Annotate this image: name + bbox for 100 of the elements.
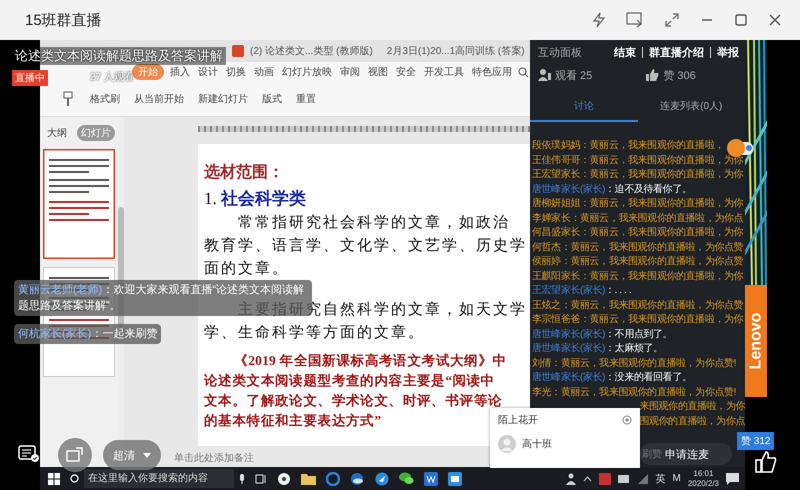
slide-quote: 的基本特征和主要表达方式” [204,412,382,430]
ribbon-button[interactable]: 格式刷 [90,92,120,106]
chat-message: ：没来的看回看了。 [605,372,692,383]
search-field[interactable]: 在这里输入你要搜索的内容 [84,469,234,488]
slide-thumbnail[interactable] [43,149,115,259]
lightning-icon[interactable] [592,12,606,28]
chat-message: ：黄丽云，我来围观你的直播啦，为你 [580,227,744,238]
menu-tab[interactable]: 动画 [252,64,276,80]
slide-text: 学、生命科学等方面的文章。 [204,323,425,343]
avatar [498,435,516,453]
maximize-icon[interactable] [734,13,748,27]
sender-name: 王麒阳家长 [532,270,580,282]
browser-icon[interactable] [326,472,340,486]
sender-name: 王炫之 [532,300,561,310]
menu-tab[interactable]: 切换 [224,64,248,80]
sender-name: 刘倩 [532,358,552,368]
ribbon-button[interactable]: 新建幻灯片 [198,92,248,106]
settings-icon[interactable] [622,415,632,425]
panel-tab[interactable]: 讨论 [530,92,638,122]
menu-tab[interactable]: 开发工具 [422,64,466,80]
menu-tab[interactable]: 特色应用 [470,64,514,80]
ribbon-button[interactable]: 从当前开始 [134,92,184,106]
cloud-icon[interactable] [350,472,365,486]
menu-tab[interactable]: 视图 [366,64,390,80]
slide-number: 1. [204,189,217,209]
slide-subheading: 社会科学类 [220,188,306,210]
menu-tab[interactable]: 设计 [196,64,220,80]
chat-message: 来围观你的直播啦，为你 [639,400,745,414]
panel-tab[interactable]: 大纲 [43,125,71,141]
sender-name: 唐柳妍姐姐 [532,198,580,209]
sender-name: 唐世峰家长(家长) [532,372,606,383]
slide-quote: 《2019 年全国新课标高考语文考试大纲》中 [233,352,507,370]
quality-dropdown[interactable]: 超清 [103,440,161,470]
search-icon[interactable] [70,474,79,483]
sender-name: 唐世峰家长(家长) [532,343,606,354]
thumbs-up-icon[interactable] [755,451,777,473]
panel-link[interactable]: 举报 [717,44,739,60]
wifi-icon [636,474,649,484]
document-icon [232,45,244,57]
popup-title: 陌上花开 [498,414,538,427]
document-tab[interactable]: 2月3日(1)20...1高同训练 (答案) [382,42,529,60]
battery-icon [618,474,630,482]
close-icon[interactable] [768,13,782,27]
like-hint: 刷赞 [642,448,662,461]
windows-start-icon[interactable] [48,472,60,484]
sender-name: 侯丽婷 [532,256,561,267]
group-name: 高十班 [522,438,552,451]
microphone-icon[interactable] [239,474,245,484]
viewers-icon [538,69,551,81]
document-tab[interactable]: (2) 论述类文...类型 (教师版) [246,42,377,60]
slide-text: 教育学、语言学、文化学、文艺学、历史学 [204,236,527,256]
sender-name: 段依璞妈妈 [532,140,580,151]
chat-message: ：黄丽云，我来围观你的直播啦，为你 [580,169,744,180]
caret-up-icon[interactable] [582,476,592,482]
panel-title: 互动面板 [538,46,582,60]
ribbon-button[interactable]: 版式 [262,92,282,106]
panel-tab[interactable]: 连麦列表(0人) [638,92,745,122]
caret-icon [143,452,151,458]
menu-tab[interactable]: 幻灯片放映 [280,64,334,80]
sender-name: 王宏望家长(家长) [532,285,606,296]
sender-name: 唐世峰家长(家长) [532,328,606,340]
sender-name: 何昌盛家长 [532,227,580,238]
menu-tab[interactable]: 插入 [168,64,192,80]
fullscreen-icon[interactable] [664,12,680,28]
input-method-indicator[interactable]: 英 [656,472,666,486]
pin-window-icon[interactable] [626,12,644,28]
panel-link[interactable]: 结束 [614,44,636,60]
chat-message: ：黄丽云，我来围观你的直播啦， [580,140,724,151]
task-view-icon[interactable] [255,472,267,484]
brand-logo: Lenovo [747,312,765,370]
notes-icon[interactable] [18,445,40,463]
like-count-badge: 赞 312 [737,432,774,450]
search-icon[interactable] [518,66,529,78]
ribbon-button[interactable]: 重置 [296,92,316,106]
notification-icon[interactable] [726,472,739,484]
document-app-icon[interactable] [424,472,438,486]
folder-icon[interactable] [301,472,316,485]
chat-message: ：黄丽云，我来围观你的直播啦，为你 [580,198,744,209]
chat-message: ：黄丽云，我来围观你的直播啦，为你 [580,314,744,325]
menu-tab[interactable]: 安全 [394,64,418,80]
sender-name: 王佳伟哥哥 [532,154,580,166]
panel-link[interactable]: 群直播介绍 [649,44,704,60]
chat-message: ：黄丽云，我来围观你的直播啦，为你点赞! [551,386,736,398]
window-app-icon[interactable] [448,472,462,486]
sender-name: 李宗恒爸爸 [532,314,580,325]
chat-message: ：黄丽云，我来围观你的直播啦，为你 [580,270,744,282]
mic-request-button[interactable]: 申请连麦 [665,446,709,462]
chat-message: ：不用点到了。 [605,328,672,340]
menu-tab[interactable]: 审阅 [338,64,362,80]
chat-message: ：黄丽云，我来围观你的直播啦，为你点赞 [560,300,744,310]
thumbs-up-icon [646,69,660,81]
slide-quote: 论述类文本阅读题型考查的内容主要是“阅读中 [204,372,495,390]
person-icon[interactable] [566,472,576,484]
input-method-indicator[interactable]: M [672,473,681,484]
slide-quote: 文本。了解政论文、学术论文、时评、书评等论 [204,392,502,410]
chat-bubble-icon[interactable] [399,472,414,485]
chat-message: ：太麻烦了。 [605,343,663,354]
live-badge: 直播中 [12,70,48,86]
chat-message: ：黄丽云，我来围观你的直播啦，为你点赞 [560,242,744,252]
app-tray-icon[interactable] [598,472,611,484]
